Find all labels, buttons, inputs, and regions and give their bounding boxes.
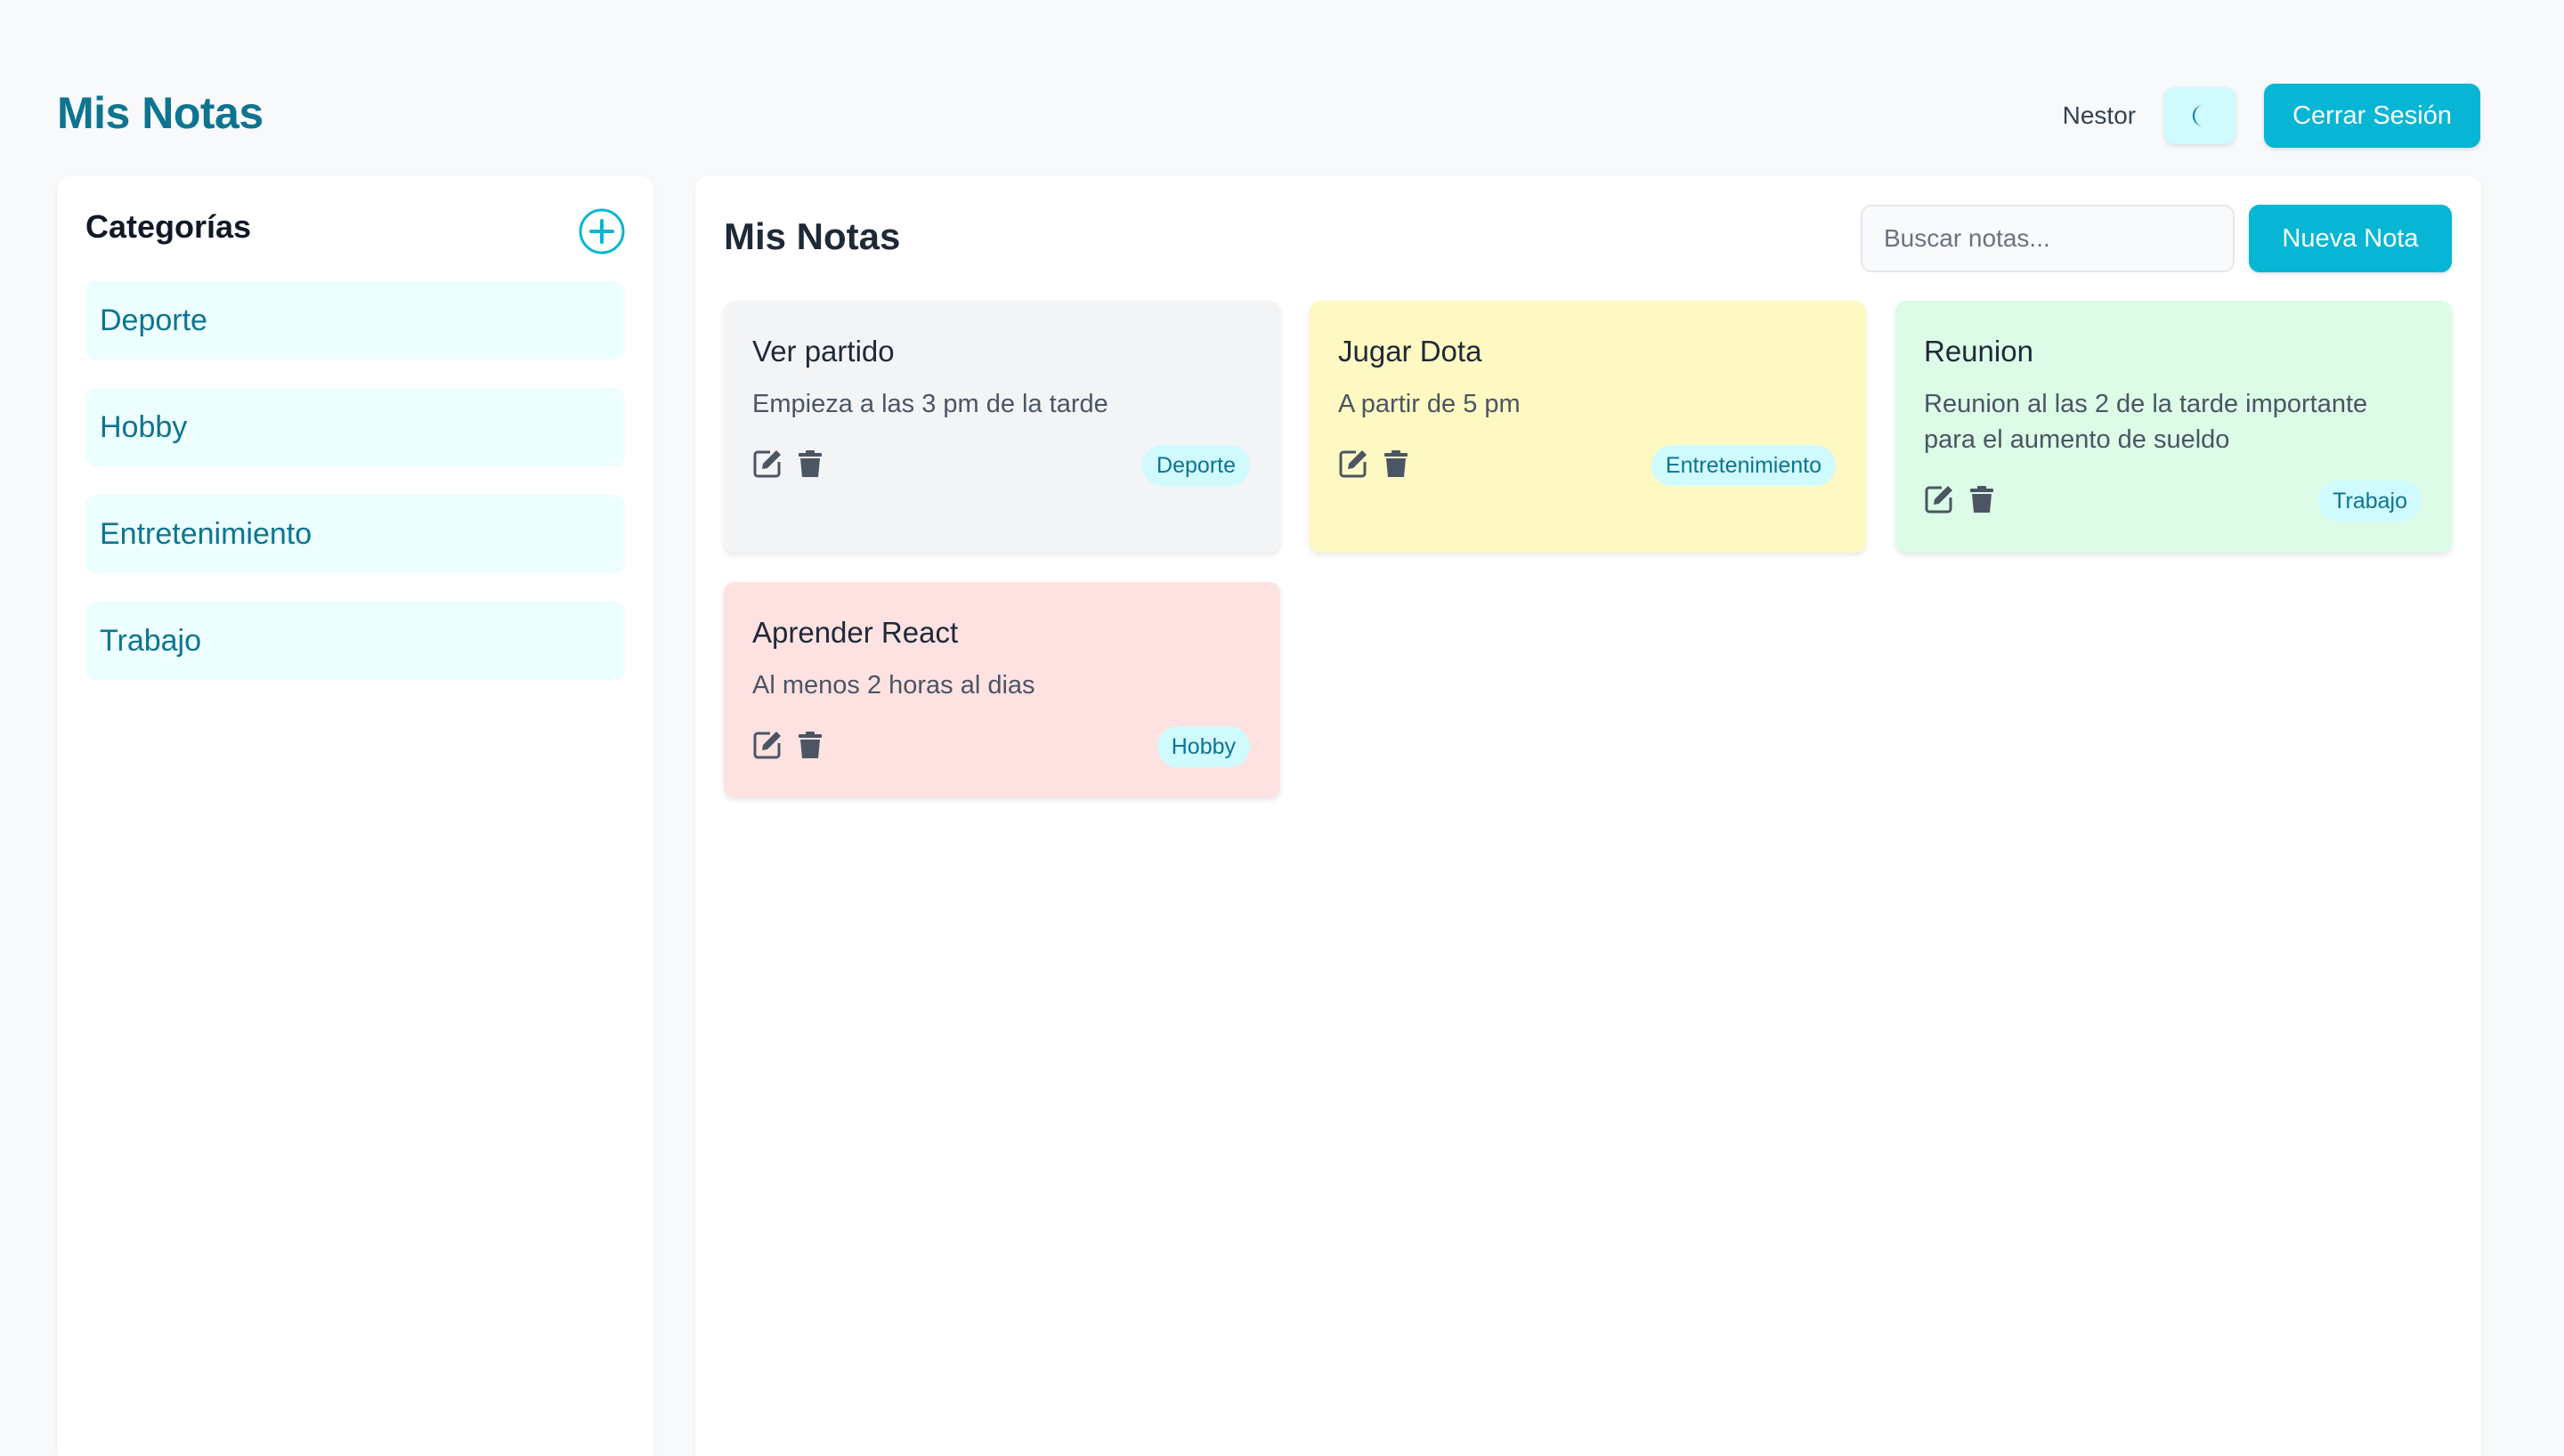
trash-icon[interactable] bbox=[1381, 449, 1411, 479]
note-category-badge: Hobby bbox=[1156, 726, 1250, 767]
trash-icon[interactable] bbox=[795, 730, 825, 760]
note-category-badge: Deporte bbox=[1142, 445, 1250, 486]
app-title: Mis Notas bbox=[57, 88, 264, 138]
sidebar-title: Categorías bbox=[85, 208, 252, 245]
note-card: Aprender React Al menos 2 horas al dias … bbox=[724, 582, 1280, 797]
note-actions bbox=[1924, 484, 2009, 514]
header-actions: Nestor Cerrar Sesión bbox=[2063, 84, 2480, 148]
note-title: Reunion bbox=[1924, 335, 2033, 368]
notes-panel: Mis Notas Nueva Nota Ver partido Empieza… bbox=[695, 176, 2481, 1456]
logout-button[interactable]: Cerrar Sesión bbox=[2264, 84, 2480, 148]
edit-icon[interactable] bbox=[752, 730, 783, 760]
edit-icon[interactable] bbox=[1924, 484, 1954, 514]
edit-icon[interactable] bbox=[1338, 449, 1368, 479]
category-sidebar: Categorías Deporte Hobby Entretenimiento… bbox=[57, 176, 653, 1456]
note-category-badge: Trabajo bbox=[2318, 481, 2422, 522]
note-actions bbox=[1338, 449, 1424, 479]
theme-toggle-button[interactable] bbox=[2164, 87, 2236, 144]
trash-icon[interactable] bbox=[795, 449, 825, 479]
note-title: Jugar Dota bbox=[1338, 335, 1482, 368]
notes-title: Mis Notas bbox=[724, 215, 901, 257]
note-title: Aprender React bbox=[752, 616, 959, 649]
app-header: Mis Notas Nestor Cerrar Sesión bbox=[57, 84, 2480, 148]
search-input[interactable] bbox=[1861, 205, 2235, 272]
category-item-deporte[interactable]: Deporte bbox=[85, 281, 625, 360]
category-list: Deporte Hobby Entretenimiento Trabajo bbox=[85, 281, 625, 708]
note-actions bbox=[752, 449, 838, 479]
category-item-trabajo[interactable]: Trabajo bbox=[85, 602, 625, 680]
category-item-entretenimiento[interactable]: Entretenimiento bbox=[85, 495, 625, 573]
trash-icon[interactable] bbox=[1967, 484, 1997, 514]
plus-circle-icon bbox=[579, 208, 625, 255]
note-card: Ver partido Empieza a las 3 pm de la tar… bbox=[724, 301, 1280, 553]
note-category-badge: Entretenimiento bbox=[1651, 445, 1836, 486]
note-content: Empieza a las 3 pm de la tarde bbox=[752, 390, 1108, 418]
note-card: Jugar Dota A partir de 5 pm Entretenimie… bbox=[1310, 301, 1866, 553]
note-content: A partir de 5 pm bbox=[1338, 390, 1521, 418]
note-content: Reunion al las 2 de la tarde importante … bbox=[1924, 390, 2368, 454]
note-title: Ver partido bbox=[752, 335, 895, 368]
new-note-button[interactable]: Nueva Nota bbox=[2249, 205, 2452, 272]
note-actions bbox=[752, 730, 838, 760]
note-card: Reunion Reunion al las 2 de la tarde imp… bbox=[1895, 301, 2452, 553]
add-category-button[interactable] bbox=[579, 208, 625, 255]
edit-icon[interactable] bbox=[752, 449, 783, 479]
note-content: Al menos 2 horas al dias bbox=[752, 671, 1035, 700]
username: Nestor bbox=[2062, 101, 2137, 129]
moon-icon bbox=[2193, 105, 2204, 126]
category-item-hobby[interactable]: Hobby bbox=[85, 388, 625, 466]
